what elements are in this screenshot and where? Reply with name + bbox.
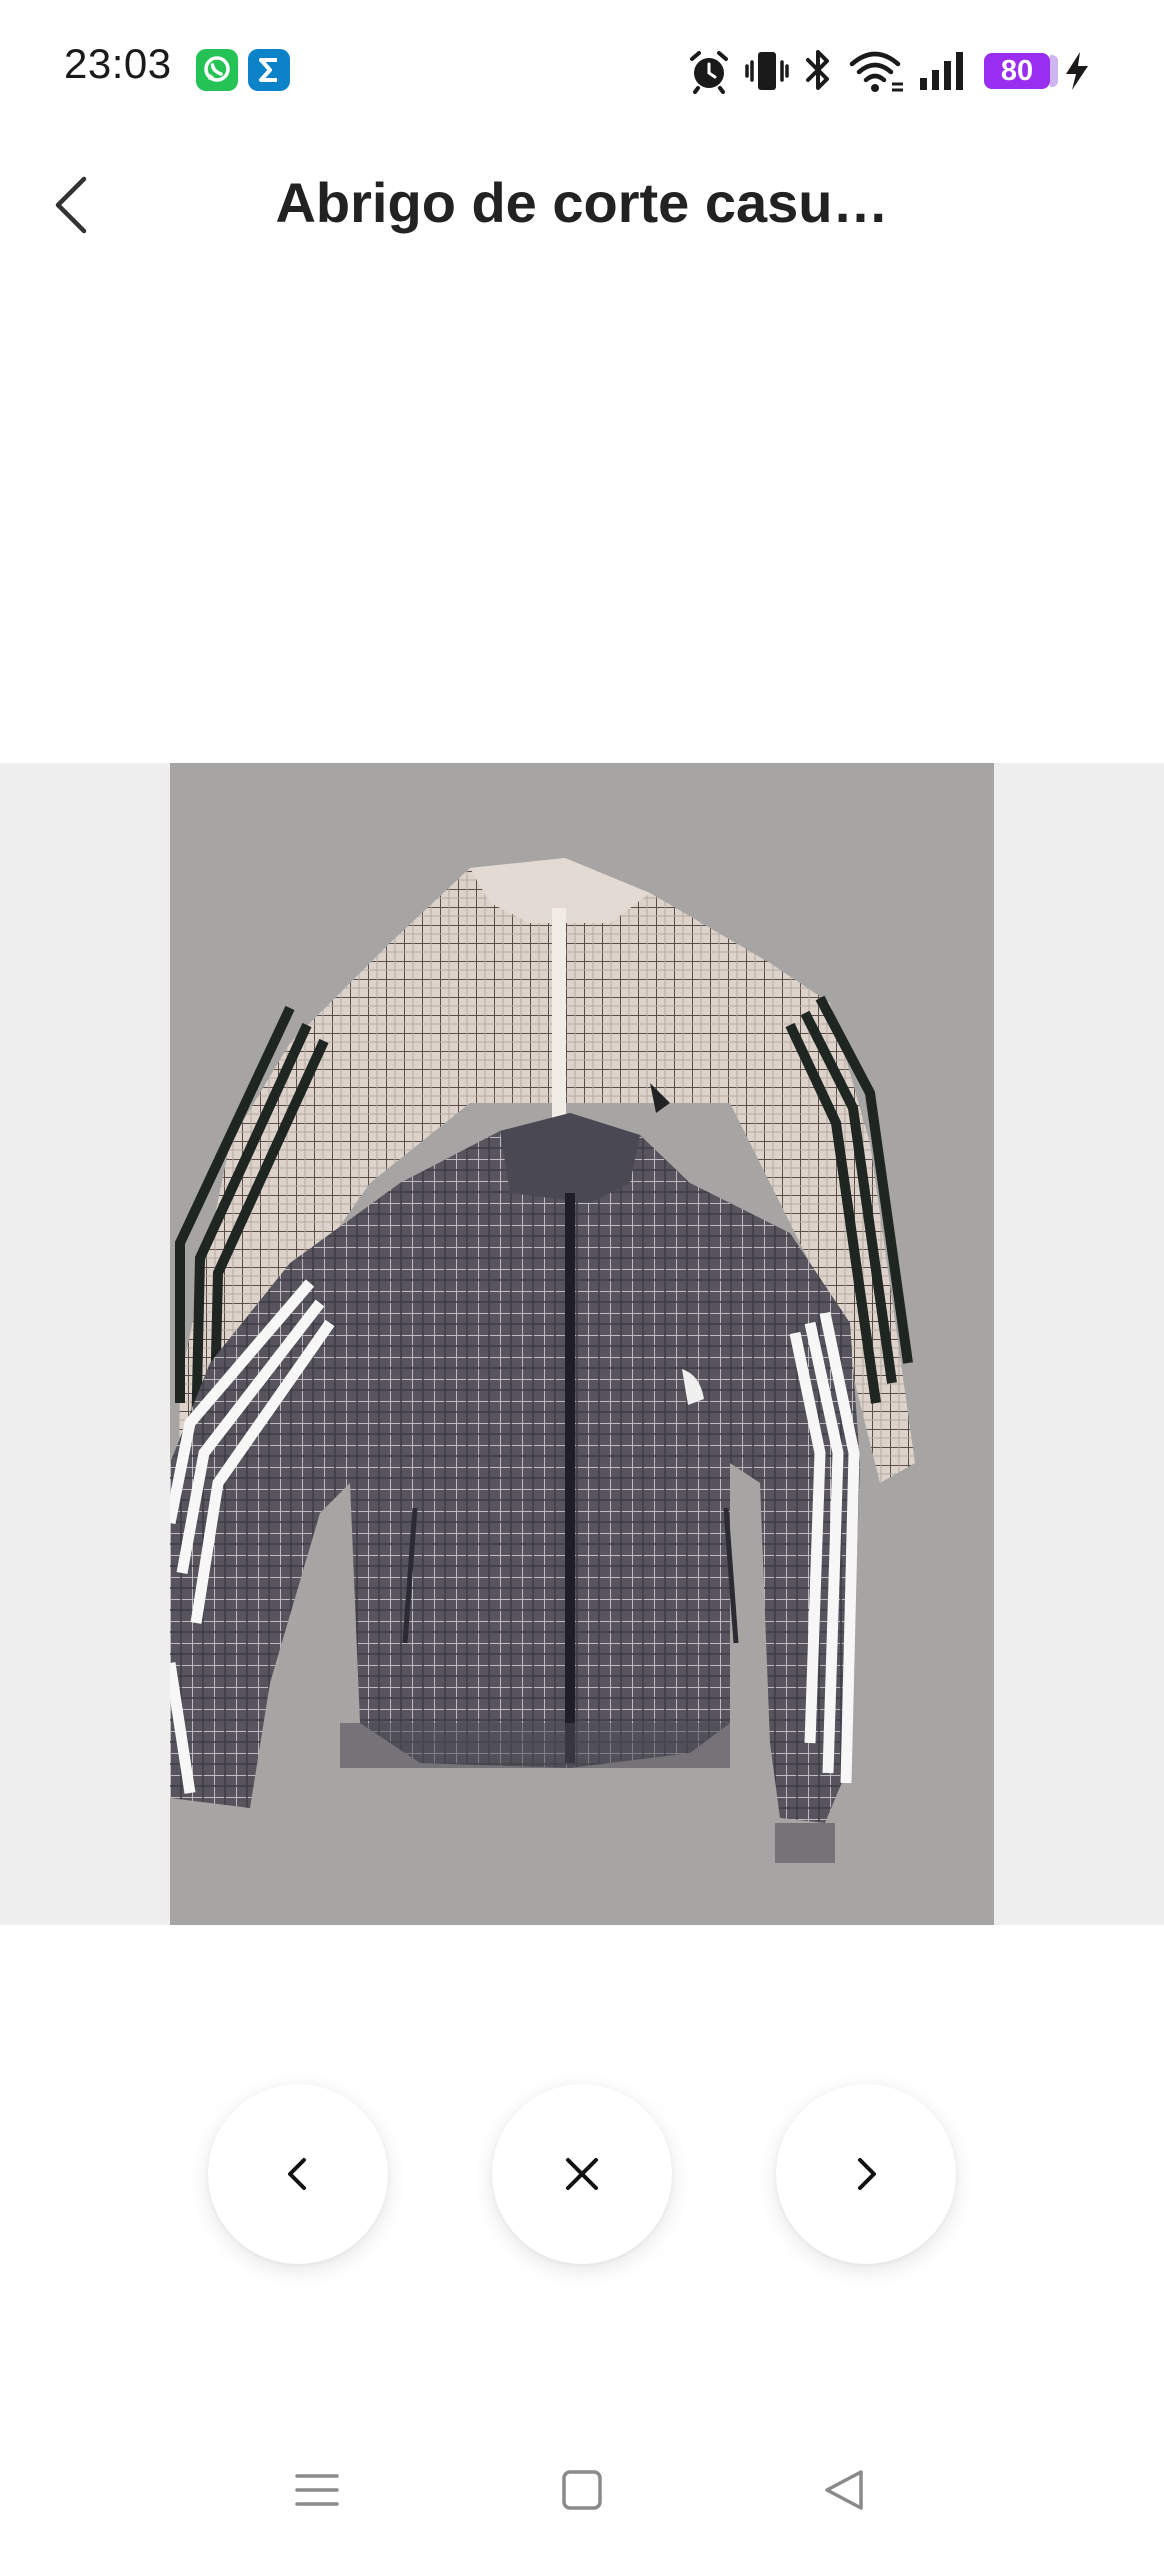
system-back-button[interactable]	[815, 2460, 875, 2520]
battery-cap	[1050, 55, 1058, 87]
page-title: Abrigo de corte casu…	[275, 171, 889, 234]
image-viewer[interactable]	[0, 763, 1164, 1925]
recent-apps-button[interactable]	[287, 2460, 347, 2520]
back-triangle-icon	[825, 2470, 863, 2510]
next-button[interactable]	[776, 2084, 956, 2264]
vibrate-icon	[745, 52, 789, 90]
menu-icon	[295, 2474, 339, 2506]
header: Abrigo de corte casu…	[0, 140, 1164, 270]
status-time: 23:03	[64, 40, 172, 87]
product-image[interactable]	[170, 763, 994, 1925]
sigma-icon	[248, 49, 290, 91]
bluetooth-icon	[806, 50, 829, 90]
status-bar: 23:03 80	[0, 0, 1164, 140]
home-button[interactable]	[552, 2460, 612, 2520]
chevron-left-icon	[288, 2158, 306, 2190]
battery-icon: 80	[984, 53, 1050, 89]
back-button[interactable]	[36, 165, 116, 245]
alarm-icon	[690, 51, 728, 94]
system-navigation-bar	[0, 2440, 1164, 2540]
close-button[interactable]	[492, 2084, 672, 2264]
signal-icon	[920, 52, 963, 90]
home-icon	[562, 2470, 602, 2510]
chevron-right-icon	[858, 2158, 876, 2190]
wifi-icon	[849, 51, 903, 92]
charging-icon	[1066, 52, 1088, 90]
chevron-left-icon	[55, 176, 87, 234]
previous-button[interactable]	[208, 2084, 388, 2264]
whatsapp-icon	[196, 49, 238, 91]
close-icon	[566, 2158, 598, 2190]
